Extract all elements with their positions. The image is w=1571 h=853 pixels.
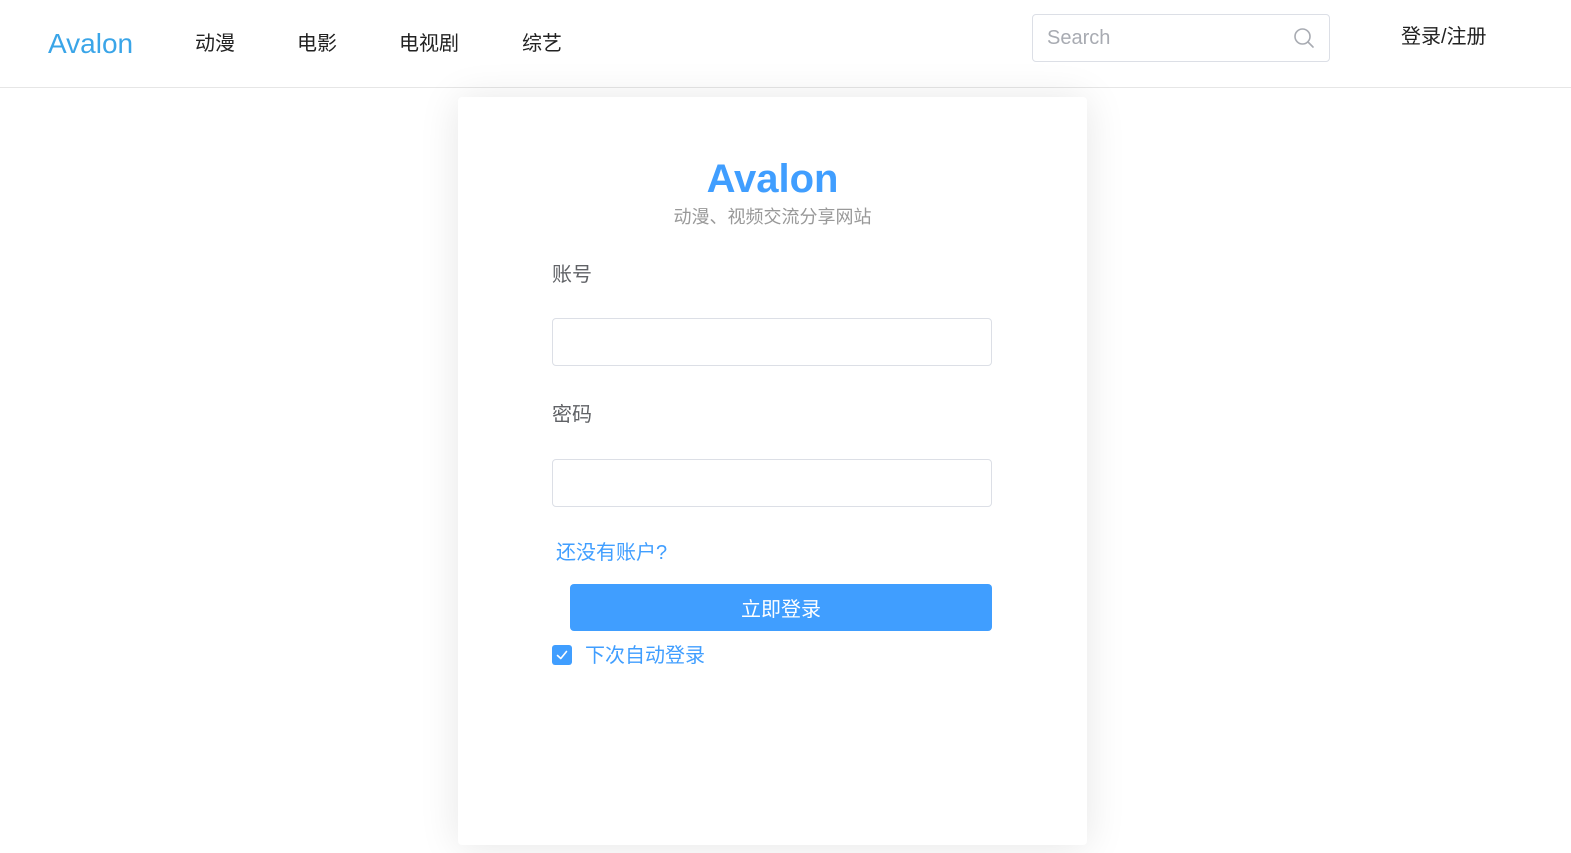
search-input[interactable] — [1047, 15, 1287, 61]
search-box — [1032, 14, 1330, 62]
nav-item-tv-series[interactable]: 电视剧 — [399, 30, 459, 58]
password-label: 密码 — [552, 404, 592, 426]
top-navbar: Avalon 动漫 电影 电视剧 综艺 登录/注册 — [0, 0, 1571, 88]
checkbox-checked-icon[interactable] — [552, 645, 572, 665]
search-icon[interactable] — [1293, 27, 1315, 49]
login-card: Avalon 动漫、视频交流分享网站 账号 密码 还没有账户? 立即登录 下次自… — [458, 97, 1087, 845]
brand-logo[interactable]: Avalon — [48, 26, 133, 62]
login-submit-button[interactable]: 立即登录 — [570, 584, 992, 631]
nav-item-variety[interactable]: 综艺 — [522, 30, 562, 58]
account-label: 账号 — [552, 264, 592, 286]
remember-me-label: 下次自动登录 — [585, 645, 705, 667]
login-register-link[interactable]: 登录/注册 — [1401, 23, 1487, 51]
account-input[interactable] — [552, 318, 992, 366]
password-input[interactable] — [552, 459, 992, 507]
register-link[interactable]: 还没有账户? — [556, 539, 667, 567]
card-title: Avalon — [706, 157, 839, 201]
nav-item-anime[interactable]: 动漫 — [195, 30, 235, 58]
nav-item-movies[interactable]: 电影 — [297, 30, 337, 58]
card-subtitle: 动漫、视频交流分享网站 — [673, 207, 872, 227]
